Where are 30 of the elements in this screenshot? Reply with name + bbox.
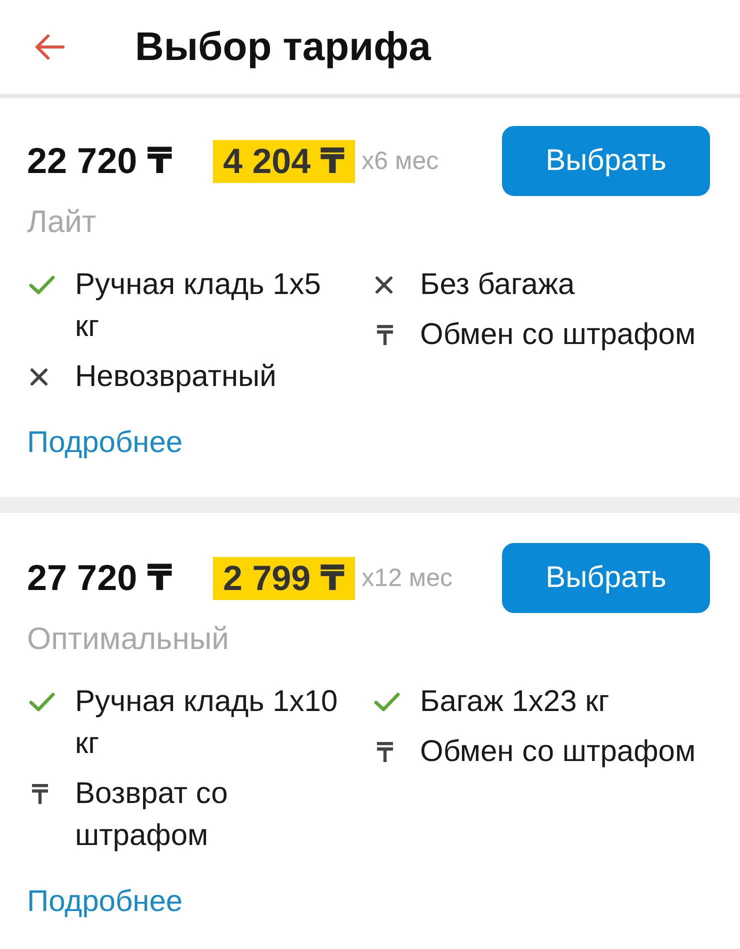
details-link[interactable]: Подробнее: [27, 882, 183, 922]
check-icon: [374, 692, 400, 712]
feature-text: Ручная кладь 1x5 кг: [75, 267, 322, 345]
tenge-icon: [377, 325, 393, 345]
back-arrow-icon[interactable]: [35, 34, 65, 60]
feature-text: Багаж 1x23 кг: [420, 684, 610, 720]
choose-button[interactable]: Выбрать: [502, 126, 710, 196]
feature-text: Обмен со штрафом: [420, 734, 697, 770]
installment-price: 4 204 ₸: [213, 140, 355, 182]
feature-text: Ручная кладь 1x10 кг: [75, 684, 339, 762]
installment-price: 2 799 ₸: [213, 556, 355, 600]
tariff-name: Оптимальный: [27, 620, 230, 658]
cross-icon: [30, 368, 48, 386]
feature-text: Возврат со штрафом: [75, 776, 229, 854]
installment-term: x6 мес: [362, 146, 439, 176]
check-icon: [29, 275, 55, 295]
tariff-name: Лайт: [27, 203, 98, 241]
check-icon: [29, 692, 55, 712]
choose-button[interactable]: Выбрать: [502, 543, 710, 613]
cross-icon: [375, 276, 393, 294]
total-price: 27 720 ₸: [27, 557, 174, 599]
feature-text: Обмен со штрафом: [420, 317, 697, 353]
details-link[interactable]: Подробнее: [27, 423, 183, 463]
feature-text: Без багажа: [420, 267, 576, 303]
tenge-icon: [32, 784, 48, 804]
page-title: Выбор тарифа: [135, 24, 431, 71]
feature-text: Невозвратный: [75, 359, 278, 395]
installment-term: x12 мес: [362, 564, 453, 592]
total-price: 22 720 ₸: [27, 140, 174, 182]
tenge-icon: [377, 742, 393, 762]
